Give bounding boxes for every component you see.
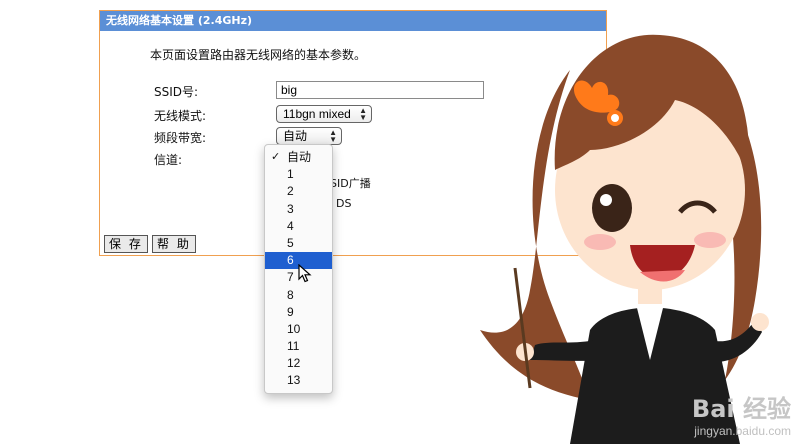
channel-option[interactable]: 2	[265, 183, 332, 200]
channel-option[interactable]: 8	[265, 287, 332, 304]
channel-option[interactable]: ✓ 自动	[265, 149, 332, 166]
help-button[interactable]: 帮 助	[152, 235, 196, 253]
mode-select-value: 11bgn mixed	[283, 107, 351, 121]
panel-description: 本页面设置路由器无线网络的基本参数。	[150, 48, 367, 62]
channel-option[interactable]: 13	[265, 372, 332, 389]
channel-option[interactable]: 3	[265, 201, 332, 218]
checkmark-icon: ✓	[271, 151, 281, 163]
channel-option[interactable]: 12	[265, 355, 332, 372]
updown-arrow-icon: ▲ ▼	[359, 106, 367, 122]
save-button[interactable]: 保 存	[104, 235, 148, 253]
watermark-url: jingyan.baidu.com	[694, 424, 791, 438]
channel-option[interactable]: 1	[265, 166, 332, 183]
wds-label: DS	[336, 197, 352, 210]
bandwidth-label: 频段带宽:	[154, 131, 207, 145]
channel-label: 信道:	[154, 153, 183, 167]
ssid-input[interactable]: big	[276, 81, 484, 99]
watermark-logo: Bai 经验	[691, 395, 791, 423]
channel-option[interactable]: 4	[265, 218, 332, 235]
channel-option[interactable]: 5	[265, 235, 332, 252]
channel-option[interactable]: 9	[265, 304, 332, 321]
ssid-label: SSID号:	[154, 85, 199, 99]
baidu-watermark: Bai 经验 jingyan.baidu.com	[692, 389, 791, 438]
channel-option[interactable]: 11	[265, 338, 332, 355]
bandwidth-select-value: 自动	[283, 129, 308, 143]
updown-arrow-icon: ▲ ▼	[329, 128, 337, 144]
mode-label: 无线模式:	[154, 109, 207, 123]
mouse-pointer-icon	[298, 264, 312, 283]
channel-option[interactable]: 10	[265, 321, 332, 338]
cartoon-girl-illustration	[480, 34, 769, 444]
ssid-broadcast-label: SID广播	[330, 177, 371, 190]
bandwidth-select[interactable]: 自动 ▲ ▼	[276, 127, 342, 145]
mode-select[interactable]: 11bgn mixed ▲ ▼	[276, 105, 372, 123]
